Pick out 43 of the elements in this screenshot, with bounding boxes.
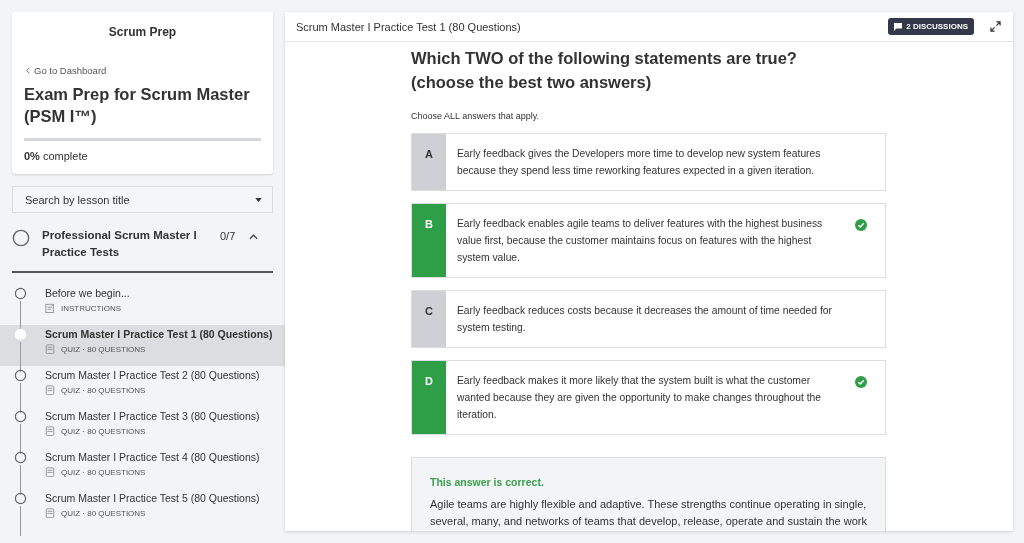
instruction-text: Choose ALL answers that apply. <box>411 111 541 121</box>
answer-option[interactable]: D Early feedback makes it more likely that the system built is what the customer wanted because they are given the opportunity to make changes throughout the iteration. <box>411 360 886 435</box>
answer-text: Early feedback makes it more likely that the system built is what the customer wanted because they are given the opportunity to make changes throughout the iteration. <box>456 374 823 422</box>
section-header[interactable]: Professional Scrum Master I Practice Tests 0/7 <box>12 227 273 273</box>
answer-letter: A <box>412 134 446 190</box>
quiz-icon <box>45 467 55 477</box>
brand-name: Scrum Prep <box>107 25 178 39</box>
answer-text: Early feedback enables agile teams to deliver features with the highest business value first, because the customer maintains focus on features with the highest system value. <box>456 217 824 265</box>
answer-option[interactable]: C Early feedback reduces costs because it decreases the amount of time needed for system testing. <box>411 290 886 348</box>
answer-text: Early feedback reduces costs because it decreases the amount of time needed for system testing. <box>456 304 833 335</box>
lesson-status-icon <box>13 287 27 300</box>
lesson-title: Scrum Master I Practice Test 1 (80 Questions) <box>296 20 522 33</box>
question-text: Which TWO of the following statements are true? (choose the best two answers) <box>411 48 798 93</box>
discussions-button[interactable]: 2 DISCUSSIONS <box>888 18 974 35</box>
check-icon <box>855 376 867 388</box>
answer-text: Early feedback gives the Developers more time to develop new system features because they spend less time reworking features expected in a given iteration. <box>456 147 822 178</box>
note-icon <box>45 303 55 313</box>
lesson-status-icon <box>13 492 27 505</box>
check-icon <box>855 219 867 231</box>
quiz-icon <box>45 426 55 436</box>
quiz-icon <box>45 344 55 354</box>
dashboard-link[interactable]: Go to Dashboard <box>26 65 107 76</box>
caret-down-icon <box>255 197 262 202</box>
lesson-search-dropdown[interactable]: Search by lesson title <box>12 186 273 213</box>
feedback-explanation: Agile teams are highly flexible and adaptive. These strengths continue operating in single, several, many, and networks of teams that develop, release, operate and sustain the work <box>430 497 867 529</box>
quiz-icon <box>45 385 55 395</box>
progress-circle-icon <box>12 229 30 247</box>
answer-letter: D <box>412 361 446 434</box>
lesson-status-icon <box>13 328 27 341</box>
lesson-status-icon <box>13 410 27 423</box>
chat-icon <box>894 22 903 31</box>
feedback-verdict: This answer is correct. <box>430 476 545 488</box>
answer-letter: C <box>412 291 446 347</box>
lesson-status-icon <box>13 451 27 464</box>
lesson-status-icon <box>13 369 27 382</box>
answer-letter: B <box>412 204 446 277</box>
answer-option[interactable]: A Early feedback gives the Developers more time to develop new system features because they spend less time reworking features expected in a given iteration. <box>411 133 886 191</box>
quiz-icon <box>45 508 55 518</box>
chevron-left-icon <box>26 67 30 74</box>
answer-option[interactable]: B Early feedback enables agile teams to deliver features with the highest business value first, because the customer maintains focus on features with the highest system value. <box>411 203 886 278</box>
expand-icon[interactable] <box>990 21 1001 32</box>
course-title: Exam Prep for Scrum Master (PSM I™) <box>24 84 251 127</box>
progress-text: 0% complete <box>24 150 89 162</box>
